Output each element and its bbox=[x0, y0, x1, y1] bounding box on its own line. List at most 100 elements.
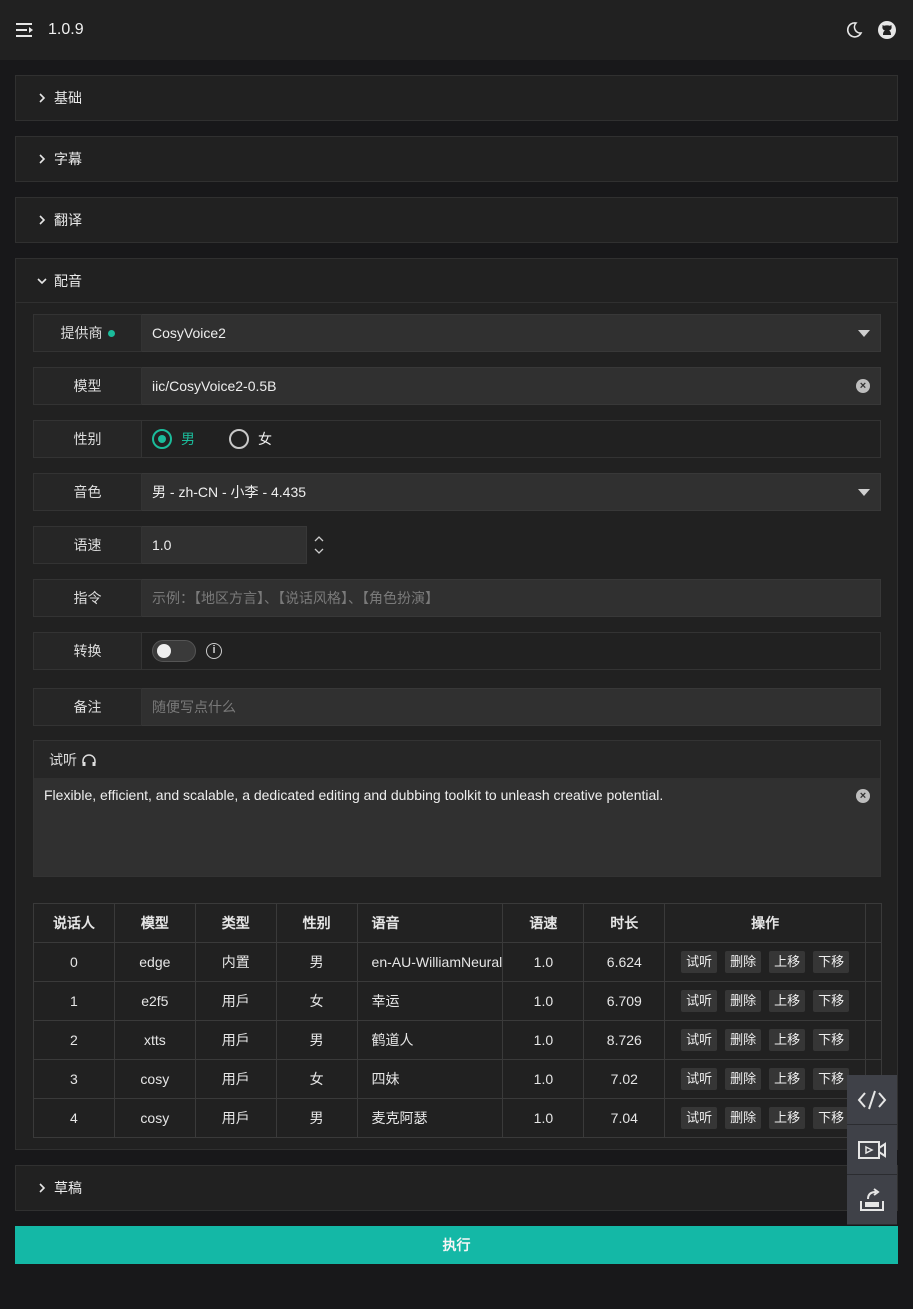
table-cell: 用戶 bbox=[194, 1020, 277, 1060]
delete-button[interactable]: 删除 bbox=[725, 1029, 762, 1051]
preview-header: 试听 bbox=[34, 741, 880, 778]
section-subtitle[interactable]: 字幕 bbox=[15, 136, 898, 182]
table-cell: 7.02 bbox=[583, 1059, 666, 1099]
github-icon[interactable] bbox=[877, 20, 897, 40]
voice-select[interactable]: 男 - zh-CN - 小李 - 4.435 bbox=[142, 473, 881, 511]
table-cell: 用戶 bbox=[194, 981, 277, 1021]
move-down-button[interactable]: 下移 bbox=[813, 1029, 850, 1051]
menu-icon[interactable] bbox=[16, 21, 34, 39]
section-draft[interactable]: 草稿 bbox=[15, 1165, 898, 1211]
floating-actions bbox=[847, 1075, 897, 1225]
table-cell: 用戶 bbox=[194, 1059, 277, 1099]
col-header: 语音 bbox=[356, 903, 504, 943]
section-translate[interactable]: 翻译 bbox=[15, 197, 898, 243]
convert-toggle[interactable] bbox=[152, 640, 196, 662]
move-up-button[interactable]: 上移 bbox=[769, 951, 806, 973]
table-cell: 6.624 bbox=[583, 942, 666, 982]
delete-button[interactable]: 删除 bbox=[725, 990, 762, 1012]
section-dubbing-header[interactable]: 配音 bbox=[16, 259, 897, 303]
col-header: 语速 bbox=[502, 903, 585, 943]
speaker-table: 说话人 模型 类型 性别 语音 语速 时长 操作 0 edge 内置男 en-AU-W… bbox=[33, 903, 883, 1138]
delete-button[interactable]: 删除 bbox=[725, 1068, 762, 1090]
move-up-button[interactable]: 上移 bbox=[769, 1107, 806, 1129]
speed-stepper[interactable] bbox=[307, 526, 331, 564]
speed-row: 语速 1.0 bbox=[33, 526, 333, 564]
table-cell: 四妹 bbox=[356, 1059, 504, 1099]
model-label: 模型 bbox=[33, 367, 142, 405]
chevron-down-icon bbox=[37, 277, 47, 284]
table-cell: 鹤道人 bbox=[356, 1020, 504, 1060]
convert-row: 转换 i bbox=[33, 632, 881, 670]
headphone-icon[interactable] bbox=[81, 753, 97, 767]
preview-button[interactable]: 试听 bbox=[681, 990, 718, 1012]
voice-label: 音色 bbox=[33, 473, 142, 511]
move-down-button[interactable]: 下移 bbox=[813, 1107, 850, 1129]
model-input[interactable]: iic/CosyVoice2-0.5B × bbox=[142, 367, 881, 405]
speed-label: 语速 bbox=[33, 526, 142, 564]
info-icon[interactable]: i bbox=[206, 643, 222, 659]
moon-icon[interactable] bbox=[845, 21, 863, 39]
note-input[interactable]: 随便写点什么 bbox=[142, 688, 881, 726]
gender-female-radio[interactable]: 女 bbox=[229, 429, 272, 449]
instruction-row: 指令 示例：【地区方言】、【说话风格】、【角色扮演】 bbox=[33, 579, 881, 617]
chevron-up-icon[interactable] bbox=[314, 536, 324, 542]
table-cell: 2 bbox=[33, 1020, 115, 1060]
table-cell: edge bbox=[113, 942, 196, 982]
provider-row: 提供商 CosyVoice2 bbox=[33, 314, 881, 352]
preview-button[interactable]: 试听 bbox=[681, 1029, 718, 1051]
provider-label: 提供商 bbox=[33, 314, 142, 352]
table-cell: 幸运 bbox=[356, 981, 504, 1021]
chevron-down-icon[interactable] bbox=[314, 548, 324, 554]
provider-select[interactable]: CosyVoice2 bbox=[142, 314, 881, 352]
instruction-input[interactable]: 示例：【地区方言】、【说话风格】、【角色扮演】 bbox=[142, 579, 881, 617]
move-up-button[interactable]: 上移 bbox=[769, 990, 806, 1012]
table-cell: 男 bbox=[275, 942, 358, 982]
move-up-button[interactable]: 上移 bbox=[769, 1068, 806, 1090]
table-cell: 1.0 bbox=[502, 1098, 585, 1138]
move-down-button[interactable]: 下移 bbox=[813, 990, 850, 1012]
table-cell: 6.709 bbox=[583, 981, 666, 1021]
table-cell: 内置 bbox=[194, 942, 277, 982]
table-row: 4 cosy 用戶男麦克阿瑟 1.0 7.04 试听 删除 上移 下移 bbox=[33, 1098, 883, 1138]
caret-down-icon bbox=[858, 330, 870, 337]
preview-button[interactable]: 试听 bbox=[681, 951, 718, 973]
table-cell: 用戶 bbox=[194, 1098, 277, 1138]
note-label: 备注 bbox=[33, 688, 142, 726]
table-cell: 女 bbox=[275, 981, 358, 1021]
move-down-button[interactable]: 下移 bbox=[813, 951, 850, 973]
table-spacer-cell bbox=[864, 942, 883, 982]
move-down-button[interactable]: 下移 bbox=[813, 1068, 850, 1090]
video-button[interactable] bbox=[847, 1125, 897, 1175]
code-button[interactable] bbox=[847, 1075, 897, 1125]
export-button[interactable] bbox=[847, 1175, 897, 1225]
table-actions-cell: 试听 删除 上移 下移 bbox=[664, 1059, 866, 1099]
table-cell: 1 bbox=[33, 981, 115, 1021]
table-cell: 男 bbox=[275, 1020, 358, 1060]
table-cell: 3 bbox=[33, 1059, 115, 1099]
gender-row: 性别 男 女 bbox=[33, 420, 881, 458]
move-up-button[interactable]: 上移 bbox=[769, 1029, 806, 1051]
speed-input[interactable]: 1.0 bbox=[142, 526, 307, 564]
section-title: 草稿 bbox=[54, 1180, 82, 1196]
preview-textarea[interactable]: Flexible, efficient, and scalable, a ded… bbox=[34, 778, 880, 876]
delete-button[interactable]: 删除 bbox=[725, 1107, 762, 1129]
gender-male-radio[interactable]: 男 bbox=[152, 429, 195, 449]
table-cell: en-AU-WilliamNeural bbox=[356, 942, 504, 982]
clear-icon[interactable]: × bbox=[856, 789, 870, 803]
preview-button[interactable]: 试听 bbox=[681, 1107, 718, 1129]
col-header: 性别 bbox=[275, 903, 358, 943]
convert-label: 转换 bbox=[33, 632, 142, 670]
note-row: 备注 随便写点什么 bbox=[33, 688, 881, 726]
gender-label: 性别 bbox=[33, 420, 142, 458]
chevron-right-icon bbox=[39, 154, 46, 164]
preview-button[interactable]: 试听 bbox=[681, 1068, 718, 1090]
export-icon bbox=[860, 1187, 884, 1211]
table-cell: 8.726 bbox=[583, 1020, 666, 1060]
table-row: 3 cosy 用戶女四妹 1.0 7.02 试听 删除 上移 下移 bbox=[33, 1059, 883, 1099]
run-button[interactable]: 执行 bbox=[15, 1226, 898, 1264]
delete-button[interactable]: 删除 bbox=[725, 951, 762, 973]
section-basic[interactable]: 基础 bbox=[15, 75, 898, 121]
table-cell: 男 bbox=[275, 1098, 358, 1138]
clear-icon[interactable]: × bbox=[856, 379, 870, 393]
status-dot bbox=[107, 329, 115, 337]
